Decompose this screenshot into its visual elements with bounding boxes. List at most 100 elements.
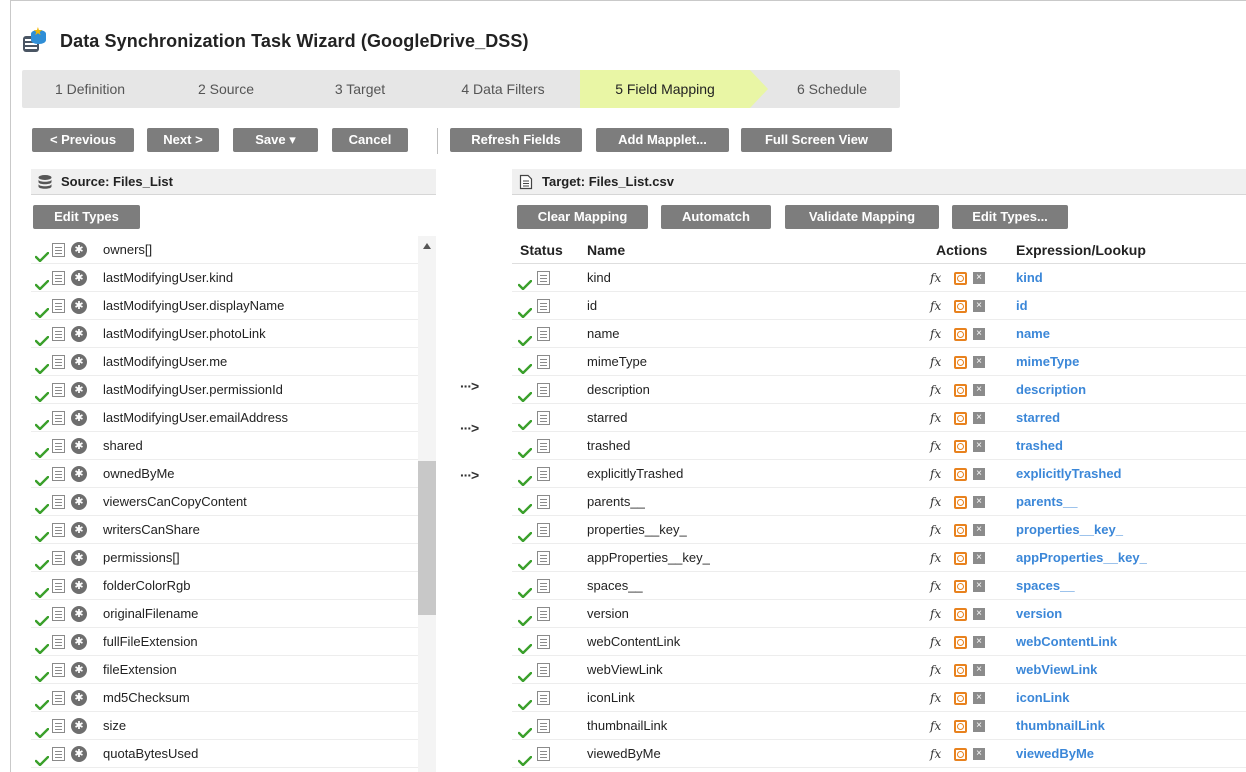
target-field-row[interactable]: viewedByMe fx × viewedByMe — [512, 740, 1246, 768]
clear-icon[interactable]: × — [973, 524, 985, 536]
fx-icon[interactable]: fx — [930, 544, 941, 572]
document-icon[interactable] — [537, 747, 550, 761]
source-field-row[interactable]: ✱ fileExtension — [31, 656, 436, 684]
clear-icon[interactable]: × — [973, 720, 985, 732]
star-icon[interactable]: ✱ — [71, 438, 87, 454]
previous-button[interactable]: < Previous — [32, 128, 134, 152]
document-icon[interactable] — [52, 523, 65, 537]
document-icon[interactable] — [52, 495, 65, 509]
expression-link[interactable]: parents__ — [1016, 488, 1077, 516]
document-icon[interactable] — [537, 719, 550, 733]
source-scrollbar-thumb[interactable] — [418, 461, 436, 615]
target-edit-types-button[interactable]: Edit Types... — [952, 205, 1068, 229]
lookup-icon[interactable] — [954, 328, 967, 341]
lookup-icon[interactable] — [954, 664, 967, 677]
fx-icon[interactable]: fx — [930, 516, 941, 544]
document-icon[interactable] — [537, 579, 550, 593]
target-field-row[interactable]: version fx × version — [512, 600, 1246, 628]
step-schedule[interactable]: 6 Schedule — [750, 70, 900, 108]
star-icon[interactable]: ✱ — [71, 550, 87, 566]
fx-icon[interactable]: fx — [930, 712, 941, 740]
document-icon[interactable] — [52, 383, 65, 397]
target-field-row[interactable]: id fx × id — [512, 292, 1246, 320]
lookup-icon[interactable] — [954, 356, 967, 369]
expression-link[interactable]: properties__key_ — [1016, 516, 1123, 544]
step-definition[interactable]: 1 Definition — [22, 70, 158, 108]
fx-icon[interactable]: fx — [930, 320, 941, 348]
clear-icon[interactable]: × — [973, 412, 985, 424]
clear-icon[interactable]: × — [973, 356, 985, 368]
document-icon[interactable] — [52, 719, 65, 733]
expression-link[interactable]: explicitlyTrashed — [1016, 460, 1122, 488]
clear-icon[interactable]: × — [973, 664, 985, 676]
document-icon[interactable] — [537, 439, 550, 453]
lookup-icon[interactable] — [954, 300, 967, 313]
document-icon[interactable] — [52, 579, 65, 593]
document-icon[interactable] — [537, 663, 550, 677]
source-field-row[interactable]: ✱ lastModifyingUser.displayName — [31, 292, 436, 320]
target-field-row[interactable]: webContentLink fx × webContentLink — [512, 628, 1246, 656]
step-target[interactable]: 3 Target — [294, 70, 426, 108]
star-icon[interactable]: ✱ — [71, 494, 87, 510]
fx-icon[interactable]: fx — [930, 264, 941, 292]
clear-icon[interactable]: × — [973, 328, 985, 340]
document-icon[interactable] — [52, 747, 65, 761]
lookup-icon[interactable] — [954, 412, 967, 425]
document-icon[interactable] — [52, 607, 65, 621]
expression-link[interactable]: viewedByMe — [1016, 740, 1094, 768]
lookup-icon[interactable] — [954, 496, 967, 509]
expression-link[interactable]: spaces__ — [1016, 572, 1075, 600]
target-field-row[interactable]: name fx × name — [512, 320, 1246, 348]
document-icon[interactable] — [52, 635, 65, 649]
document-icon[interactable] — [52, 691, 65, 705]
expression-link[interactable]: version — [1016, 600, 1062, 628]
fx-icon[interactable]: fx — [930, 572, 941, 600]
add-mapplet-button[interactable]: Add Mapplet... — [596, 128, 729, 152]
star-icon[interactable]: ✱ — [71, 410, 87, 426]
source-field-row[interactable]: ✱ folderColorRgb — [31, 572, 436, 600]
target-field-row[interactable]: description fx × description — [512, 376, 1246, 404]
source-field-row[interactable]: ✱ writersCanShare — [31, 516, 436, 544]
step-field-mapping[interactable]: 5 Field Mapping — [580, 70, 768, 108]
clear-icon[interactable]: × — [973, 580, 985, 592]
expression-link[interactable]: starred — [1016, 404, 1060, 432]
star-icon[interactable]: ✱ — [71, 606, 87, 622]
lookup-icon[interactable] — [954, 524, 967, 537]
document-icon[interactable] — [537, 523, 550, 537]
document-icon[interactable] — [537, 635, 550, 649]
document-icon[interactable] — [52, 551, 65, 565]
next-button[interactable]: Next > — [147, 128, 219, 152]
step-source[interactable]: 2 Source — [158, 70, 294, 108]
fx-icon[interactable]: fx — [930, 404, 941, 432]
lookup-icon[interactable] — [954, 384, 967, 397]
star-icon[interactable]: ✱ — [71, 634, 87, 650]
source-field-row[interactable]: ✱ ownedByMe — [31, 460, 436, 488]
target-field-row[interactable]: mimeType fx × mimeType — [512, 348, 1246, 376]
lookup-icon[interactable] — [954, 440, 967, 453]
clear-icon[interactable]: × — [973, 692, 985, 704]
star-icon[interactable]: ✱ — [71, 746, 87, 762]
star-icon[interactable]: ✱ — [71, 522, 87, 538]
expression-link[interactable]: name — [1016, 320, 1050, 348]
document-icon[interactable] — [52, 271, 65, 285]
target-field-row[interactable]: thumbnailLink fx × thumbnailLink — [512, 712, 1246, 740]
source-edit-types-button[interactable]: Edit Types — [33, 205, 140, 229]
document-icon[interactable] — [537, 383, 550, 397]
source-field-row[interactable]: ✱ permissions[] — [31, 544, 436, 572]
source-field-row[interactable]: ✱ shared — [31, 432, 436, 460]
document-icon[interactable] — [52, 439, 65, 453]
source-field-row[interactable]: ✱ lastModifyingUser.emailAddress — [31, 404, 436, 432]
lookup-icon[interactable] — [954, 580, 967, 593]
document-icon[interactable] — [52, 663, 65, 677]
document-icon[interactable] — [537, 607, 550, 621]
document-icon[interactable] — [52, 355, 65, 369]
star-icon[interactable]: ✱ — [71, 326, 87, 342]
lookup-icon[interactable] — [954, 608, 967, 621]
target-field-row[interactable]: kind fx × kind — [512, 264, 1246, 292]
document-icon[interactable] — [52, 467, 65, 481]
document-icon[interactable] — [537, 355, 550, 369]
source-field-row[interactable]: ✱ originalFilename — [31, 600, 436, 628]
clear-icon[interactable]: × — [973, 608, 985, 620]
expression-link[interactable]: kind — [1016, 264, 1043, 292]
fx-icon[interactable]: fx — [930, 488, 941, 516]
